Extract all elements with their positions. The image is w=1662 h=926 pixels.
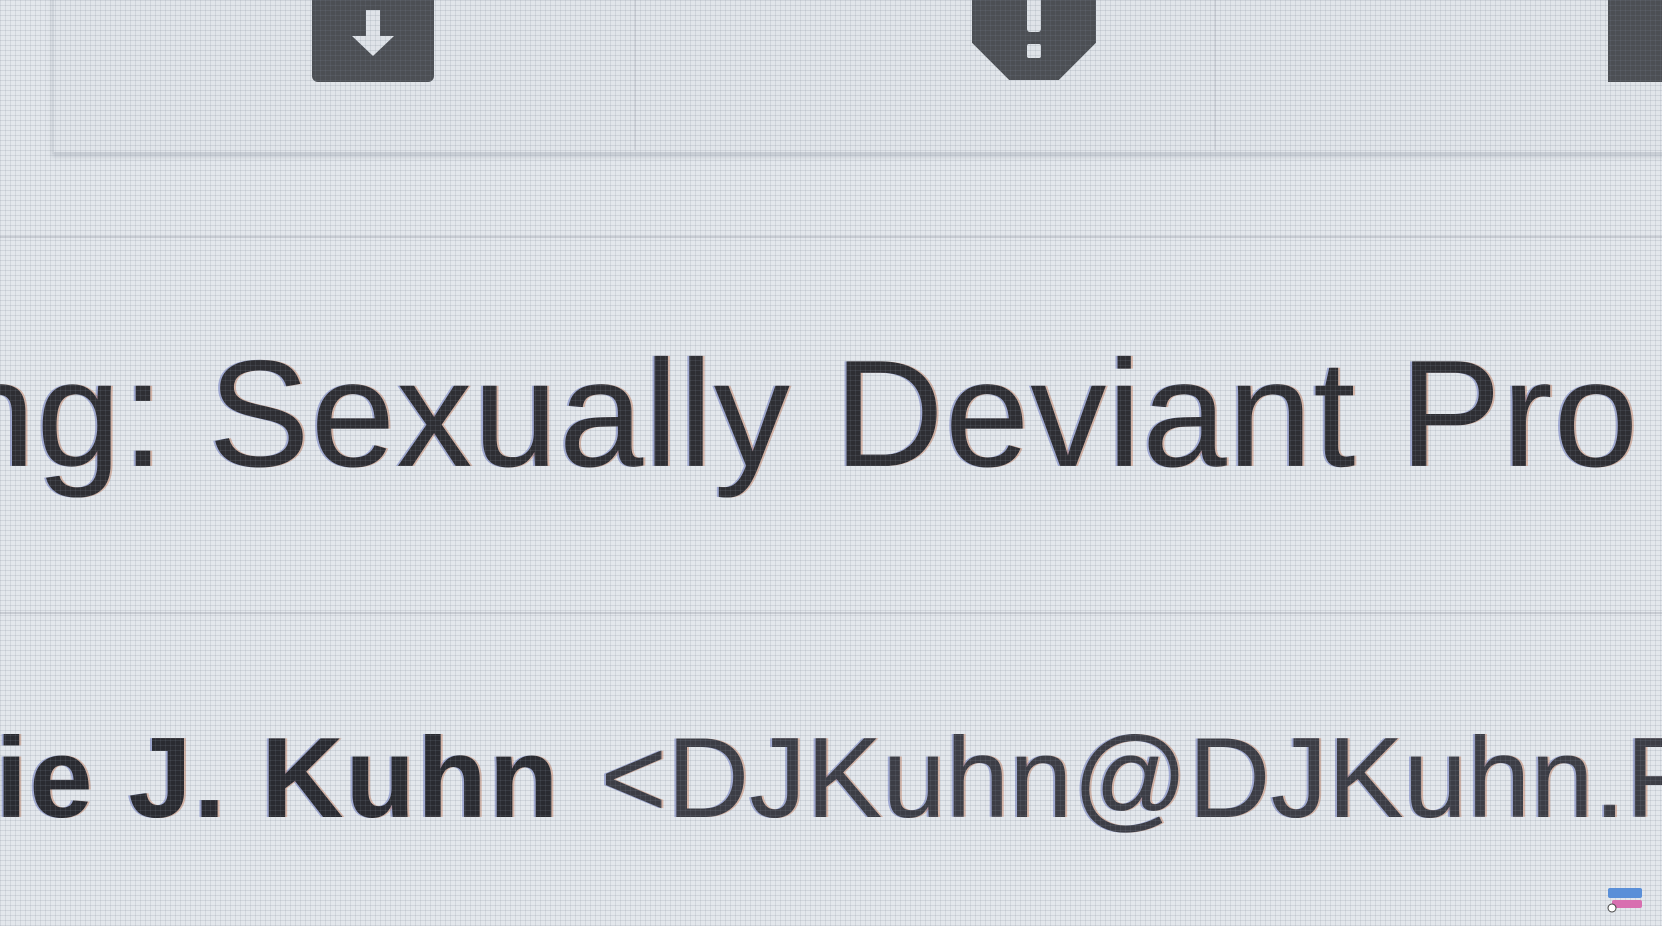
archive-download-icon[interactable] — [312, 0, 434, 82]
email-sender-line: bie J. Kuhn<DJKuhn@DJKuhn.F — [0, 722, 1662, 836]
spam-exclamation-stem — [1027, 0, 1041, 32]
toolbar-divider — [0, 236, 1662, 238]
channel-watermark-icon — [1607, 888, 1642, 913]
email-view-screen: ing: Sexually Deviant Pro bie J. Kuhn<DJ… — [0, 0, 1662, 926]
sender-email[interactable]: <DJKuhn@DJKuhn.F — [600, 715, 1662, 842]
toolbar-group-delete — [1216, 0, 1662, 150]
spam-exclamation-dot — [1027, 44, 1041, 58]
report-spam-icon[interactable] — [972, 0, 1096, 80]
toolbar-group-archive — [54, 0, 636, 150]
sender-name[interactable]: bie J. Kuhn — [0, 715, 560, 842]
delete-icon[interactable] — [1608, 0, 1662, 82]
subject-divider — [0, 612, 1662, 614]
toolbar-group-spam — [636, 0, 1216, 150]
email-subject: ing: Sexually Deviant Pro — [0, 329, 1640, 499]
email-toolbar — [52, 0, 1662, 154]
archive-arrow-glyph — [352, 10, 394, 56]
